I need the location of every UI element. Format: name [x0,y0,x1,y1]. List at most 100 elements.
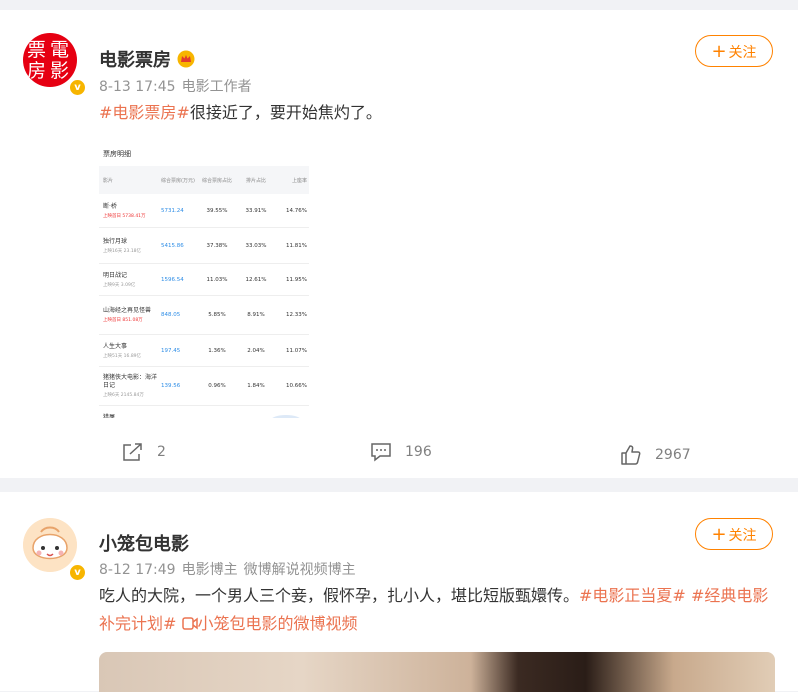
follow-label: 关注 [728,528,757,544]
post-date[interactable]: 8-13 17:45 [99,79,176,95]
share-cell: 11.03% [206,276,228,283]
film-name: 猪猪侠大电影：海洋日记 [103,374,158,389]
thumbs-up-icon [621,445,641,465]
weibo-post-card: 票電房影 v 电影票房 8-13 17:45 电影工作者 + 关注 #电影票房#很接… [0,10,798,478]
film-cell: 猎屠上映2天 923.30万 [99,414,161,419]
header-box: 综合票房(万元) [161,177,195,184]
avatar[interactable] [23,518,77,572]
film-release-info: 上映首日 851.08万 [103,318,143,323]
post-source: 电影博主 [181,562,238,578]
follow-button[interactable]: + 关注 [695,518,773,550]
film-name: 独行月球 [103,237,128,245]
table-header: 影片 综合票房(万元) 综合票房占比 排片占比 上座率 [99,166,309,194]
film-release-info: 上映首日 5738.41万 [103,213,146,219]
table-body: 断·桥 上映首日 5738.41万 5731.24 39.55% 33.91% 14.76… [99,194,309,418]
post-body: 吃人的大院，一个男人三个妾，假怀孕，扎小人，堪比短版甄嬛传。 [99,586,580,605]
box-office-cell: 139.56 [161,383,181,389]
share-cell: 39.55% [206,207,228,214]
header-film: 影片 [103,177,114,184]
post-text: #电影票房#很接近了，要开始焦灼了。 [99,99,779,126]
header-share: 综合票房占比 [201,177,232,184]
share-cell: 5.85% [208,312,226,318]
film-name: 山海经之再见怪兽 [103,307,152,314]
follow-label: 关注 [728,45,757,61]
author-name[interactable]: 小笼包电影 [99,530,189,556]
table-row: 断·桥 上映首日 5738.41万 5731.24 39.55% 33.91% 14.76… [99,194,309,228]
box-office-table-image[interactable]: 票房明细 影片 综合票房(万元) 综合票房占比 排片占比 上座率 断·桥上映首日… [99,143,309,418]
schedule-cell: 2.04% [247,347,265,354]
post-body: 很接近了，要开始焦灼了。 [189,103,382,122]
repost-count: 2 [157,444,166,460]
seat-rate-cell: 11.07% [286,347,307,354]
film-release-info: 上映51天 16.89亿 [103,353,142,359]
film-cell: 山海经之再见怪兽 上映首日 851.08万 [99,307,161,323]
film-release-info: 上映6天 2145.84万 [103,393,144,398]
verified-badge-icon: v [68,78,87,97]
post-date[interactable]: 8-12 17:49 [99,562,176,578]
share-cell: 1.36% [208,347,226,354]
film-name: 猎屠 [103,413,116,419]
box-office-cell: 197.45 [161,347,181,354]
follow-button[interactable]: + 关注 [695,35,773,67]
post-text: 吃人的大院，一个男人三个妾，假怀孕，扎小人，堪比短版甄嬛传。#电影正当夏# #经… [99,582,779,638]
scroll-indicator [271,415,301,418]
author-role: 微博解说视频博主 [243,562,356,578]
box-office-cell: 1596.54 [161,276,184,283]
video-link-label: 小笼包电影的微博视频 [197,614,358,633]
schedule-cell: 1.84% [247,383,265,389]
film-cell: 人生大事 上映51天 16.89亿 [99,343,161,359]
film-cell: 猪猪侠大电影：海洋日记上映6天 2145.84万 [99,374,161,398]
schedule-cell: 33.91% [245,207,267,214]
plus-icon: + [711,41,727,62]
video-icon [181,617,198,630]
like-button[interactable]: 2967 [620,445,691,465]
like-count: 2967 [655,447,691,463]
schedule-cell: 12.61% [245,276,267,283]
comment-count: 196 [405,444,432,460]
film-name: 断·桥 [103,202,117,210]
film-cell: 断·桥上映首日 5738.41万 [99,203,161,219]
seat-rate-cell: 10.66% [286,383,307,389]
film-name: 明日战记 [103,271,128,279]
avatar-logo: 票電房影 [27,39,70,82]
repost-icon [123,443,142,461]
post-actions: 2 196 2967 [0,442,798,470]
seat-rate-cell: 12.33% [286,312,307,318]
header-seat: 上座率 [291,177,307,184]
seat-rate-cell: 14.76% [286,207,307,214]
avatar[interactable]: 票電房影 [23,33,77,87]
video-thumbnail[interactable] [99,652,775,692]
seat-rate-cell: 11.95% [286,276,307,283]
box-office-cell: 5731.24 [161,207,184,214]
schedule-cell: 33.03% [245,242,267,249]
comment-icon [371,443,391,462]
box-office-cell: 5415.86 [161,242,184,249]
weibo-post-card: v 小笼包电影 8-12 17:49 电影博主 微博解说视频博主 + 关注 吃人的大院… [0,492,798,692]
hashtag-link[interactable]: #电影票房# [99,103,190,122]
plus-icon: + [711,524,727,545]
film-cell: 明日战记 上映9天 3.09亿 [99,272,161,288]
table-row: 猪猪侠大电影：海洋日记 上映6天 2145.84万 139.56 0.96% 1.84%… [99,367,309,406]
post-meta: 8-12 17:49 电影博主 微博解说视频博主 [99,559,362,579]
table-row: 山海经之再见怪兽 上映首日 851.08万 848.05 5.85% 8.91% 12.3… [99,296,309,335]
post-meta: 8-13 17:45 电影工作者 [99,76,258,96]
table-row: 明日战记 上映9天 3.09亿 1596.54 11.03% 12.61% 11.95% [99,264,309,296]
crown-icon [177,50,195,73]
seat-rate-cell: 11.81% [286,242,307,249]
film-cell: 独行月球上映16天 23.18亿 [99,238,161,254]
video-link[interactable]: 小笼包电影的微博视频 [181,614,358,633]
table-title: 票房明细 [103,150,131,158]
film-release-info: 上映16天 23.18亿 [103,248,142,254]
comment-button[interactable]: 196 [370,442,432,462]
header-sched: 排片占比 [245,177,266,184]
repost-button[interactable]: 2 [122,442,166,462]
schedule-cell: 8.91% [247,312,265,318]
dumpling-mascot-icon [23,518,77,572]
share-cell: 0.96% [208,383,226,389]
box-office-cell: 848.05 [161,312,181,318]
post-source: 电影工作者 [181,79,252,95]
verified-badge-icon: v [68,563,87,582]
hashtag-link[interactable]: #电影正当夏# [579,586,686,605]
author-name[interactable]: 电影票房 [99,46,195,73]
share-cell: 37.38% [206,242,228,249]
